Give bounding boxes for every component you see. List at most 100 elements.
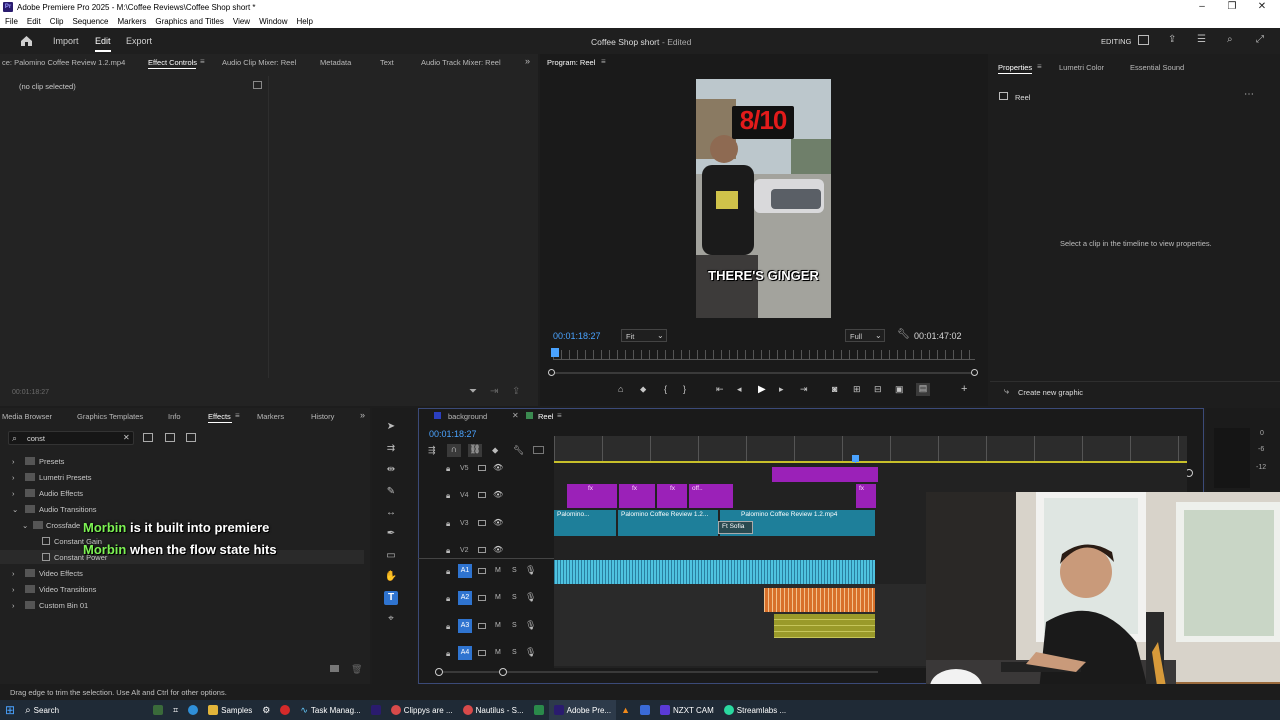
clip-v4[interactable]: fx	[856, 484, 876, 508]
pen-tool-icon[interactable]: ✒	[384, 527, 398, 541]
track-label-a1[interactable]: A1	[458, 564, 472, 578]
tab-reel-sequence[interactable]: Reel	[538, 412, 553, 421]
clip-v3[interactable]: Palomino...	[554, 510, 616, 536]
tab-program[interactable]: Program: Reel	[547, 58, 595, 67]
create-new-graphic-button[interactable]: Create new graphic	[1018, 388, 1083, 397]
selection-tool-icon[interactable]: ➤	[384, 420, 398, 434]
clip-a3[interactable]	[774, 614, 875, 638]
clip-v4[interactable]: fx	[619, 484, 655, 508]
camera-icon[interactable]: ◙	[832, 384, 837, 394]
tab-history[interactable]: History	[311, 412, 334, 421]
share-icon[interactable]: ⇪	[1168, 34, 1176, 45]
lock-icon[interactable]: 🔒︎	[446, 519, 450, 529]
linked-selection-icon[interactable]: ⛓︎	[468, 444, 482, 457]
tab-markers[interactable]: Markers	[257, 412, 284, 421]
marker-icon[interactable]: ⬥	[640, 384, 646, 395]
taskbar-app-excel[interactable]	[529, 700, 549, 720]
lock-icon[interactable]: 🔒︎	[446, 464, 450, 474]
program-video-frame[interactable]: 8/10 THERE'S GINGER	[696, 79, 831, 318]
eye-icon[interactable]: 👁︎	[493, 545, 503, 554]
chevron-down-icon[interactable]: ⌄	[22, 521, 28, 530]
32bit-effects-icon[interactable]	[165, 433, 175, 442]
panel-menu-icon[interactable]: ≡	[601, 57, 606, 66]
mute-button[interactable]: M	[495, 594, 501, 601]
step-forward-icon[interactable]: ▸	[779, 384, 784, 395]
tab-background-sequence[interactable]: background	[448, 412, 487, 421]
mute-button[interactable]: M	[495, 649, 501, 656]
taskbar-app-streamlabs[interactable]: Streamlabs ...	[719, 700, 791, 720]
program-timecode[interactable]: 00:01:18:27	[553, 331, 601, 341]
taskbar-app-samples[interactable]: Samples	[203, 700, 257, 720]
taskbar-app-nautilus[interactable]: Nautilus - S...	[458, 700, 529, 720]
chevron-right-icon[interactable]: ›	[12, 457, 15, 466]
tab-effect-controls[interactable]: Effect Controls	[148, 58, 197, 67]
rectangle-tool-icon[interactable]: ▭	[384, 549, 398, 563]
solo-button[interactable]: S	[512, 567, 517, 574]
lock-icon[interactable]: 🔒︎	[446, 594, 450, 604]
comparison-icon[interactable]: ▣	[895, 384, 904, 395]
workspace-label[interactable]: EDITING	[1101, 37, 1131, 46]
close-icon[interactable]: ✕	[1252, 1, 1272, 13]
tab-text[interactable]: Text	[380, 58, 394, 67]
track-label-a2[interactable]: A2	[458, 591, 472, 605]
sync-icon[interactable]	[478, 650, 486, 656]
scroll-handle-left[interactable]	[548, 369, 555, 376]
menu-view[interactable]: View	[233, 17, 250, 26]
sync-icon[interactable]	[478, 568, 486, 574]
home-icon[interactable]	[20, 35, 33, 47]
tree-item-crossfade[interactable]: Crossfade	[46, 521, 80, 530]
tab-metadata[interactable]: Metadata	[320, 58, 351, 67]
minimize-icon[interactable]: –	[1192, 1, 1212, 13]
mute-button[interactable]: M	[495, 567, 501, 574]
nest-icon[interactable]: ⇶	[428, 445, 436, 456]
more-tabs-icon[interactable]: »	[360, 410, 365, 420]
proxy-toggle-icon[interactable]: ▤	[916, 383, 930, 396]
timeline-scroll-right[interactable]	[499, 668, 507, 676]
tab-audio-track-mixer[interactable]: Audio Track Mixer: Reel	[421, 58, 501, 67]
taskbar-app-vlc[interactable]: ▲	[616, 700, 635, 720]
quality-select[interactable]: Full ⌄	[845, 329, 885, 342]
timeline-timecode[interactable]: 00:01:18:27	[429, 429, 477, 439]
close-icon[interactable]: ✕	[512, 411, 519, 420]
clear-icon[interactable]: ✕	[123, 433, 130, 442]
tab-effects[interactable]: Effects	[208, 412, 231, 421]
track-label-a3[interactable]: A3	[458, 619, 472, 633]
solo-button[interactable]: S	[512, 594, 517, 601]
tree-item-video-effects[interactable]: Video Effects	[39, 569, 83, 578]
chevron-right-icon[interactable]: ›	[12, 601, 15, 610]
captions-toggle-icon[interactable]	[533, 446, 544, 454]
step-back-icon[interactable]: ◂	[737, 384, 742, 395]
timeline-scroll-left[interactable]	[435, 668, 443, 676]
playhead[interactable]	[551, 348, 559, 357]
widgets-icon[interactable]: ⌗	[168, 700, 183, 720]
lock-icon[interactable]: 🔒︎	[446, 622, 450, 632]
copilot-icon[interactable]	[183, 700, 203, 720]
lock-icon[interactable]: 🔒︎	[446, 649, 450, 659]
sync-icon[interactable]	[478, 465, 486, 471]
menu-window[interactable]: Window	[259, 17, 287, 26]
lock-icon[interactable]: 🔒︎	[446, 546, 450, 556]
list-icon[interactable]: ☰	[1197, 34, 1206, 45]
track-label-v3[interactable]: V3	[460, 520, 469, 527]
clip-v5[interactable]	[772, 467, 878, 482]
menu-file[interactable]: File	[5, 17, 18, 26]
mark-in-icon[interactable]: {	[664, 384, 667, 394]
start-button[interactable]: ⊞	[0, 700, 20, 720]
zoom-scrollbar[interactable]	[551, 372, 975, 374]
play-icon[interactable]: ▶	[758, 384, 766, 395]
caption-tool-icon[interactable]: ⌖	[384, 612, 398, 626]
sync-icon[interactable]	[478, 547, 486, 553]
menu-graphics[interactable]: Graphics and Titles	[155, 17, 223, 26]
tree-item-audio-transitions[interactable]: Audio Transitions	[39, 505, 97, 514]
chevron-down-icon[interactable]: ⌄	[12, 505, 18, 514]
insert-icon[interactable]: ⊞	[853, 384, 861, 395]
more-tabs-icon[interactable]: »	[525, 56, 530, 66]
sync-icon[interactable]	[478, 623, 486, 629]
track-label-v2[interactable]: V2	[460, 547, 469, 554]
tab-export[interactable]: Export	[126, 36, 152, 46]
taskbar-app-adobe-premiere[interactable]: Adobe Pre...	[548, 700, 617, 720]
tab-essential-sound[interactable]: Essential Sound	[1130, 63, 1184, 72]
ripple-edit-tool-icon[interactable]: ⇹	[384, 463, 398, 477]
clip-v3-nested[interactable]: Ft Sofia	[718, 521, 753, 534]
slip-tool-icon[interactable]: ↔	[384, 506, 398, 520]
